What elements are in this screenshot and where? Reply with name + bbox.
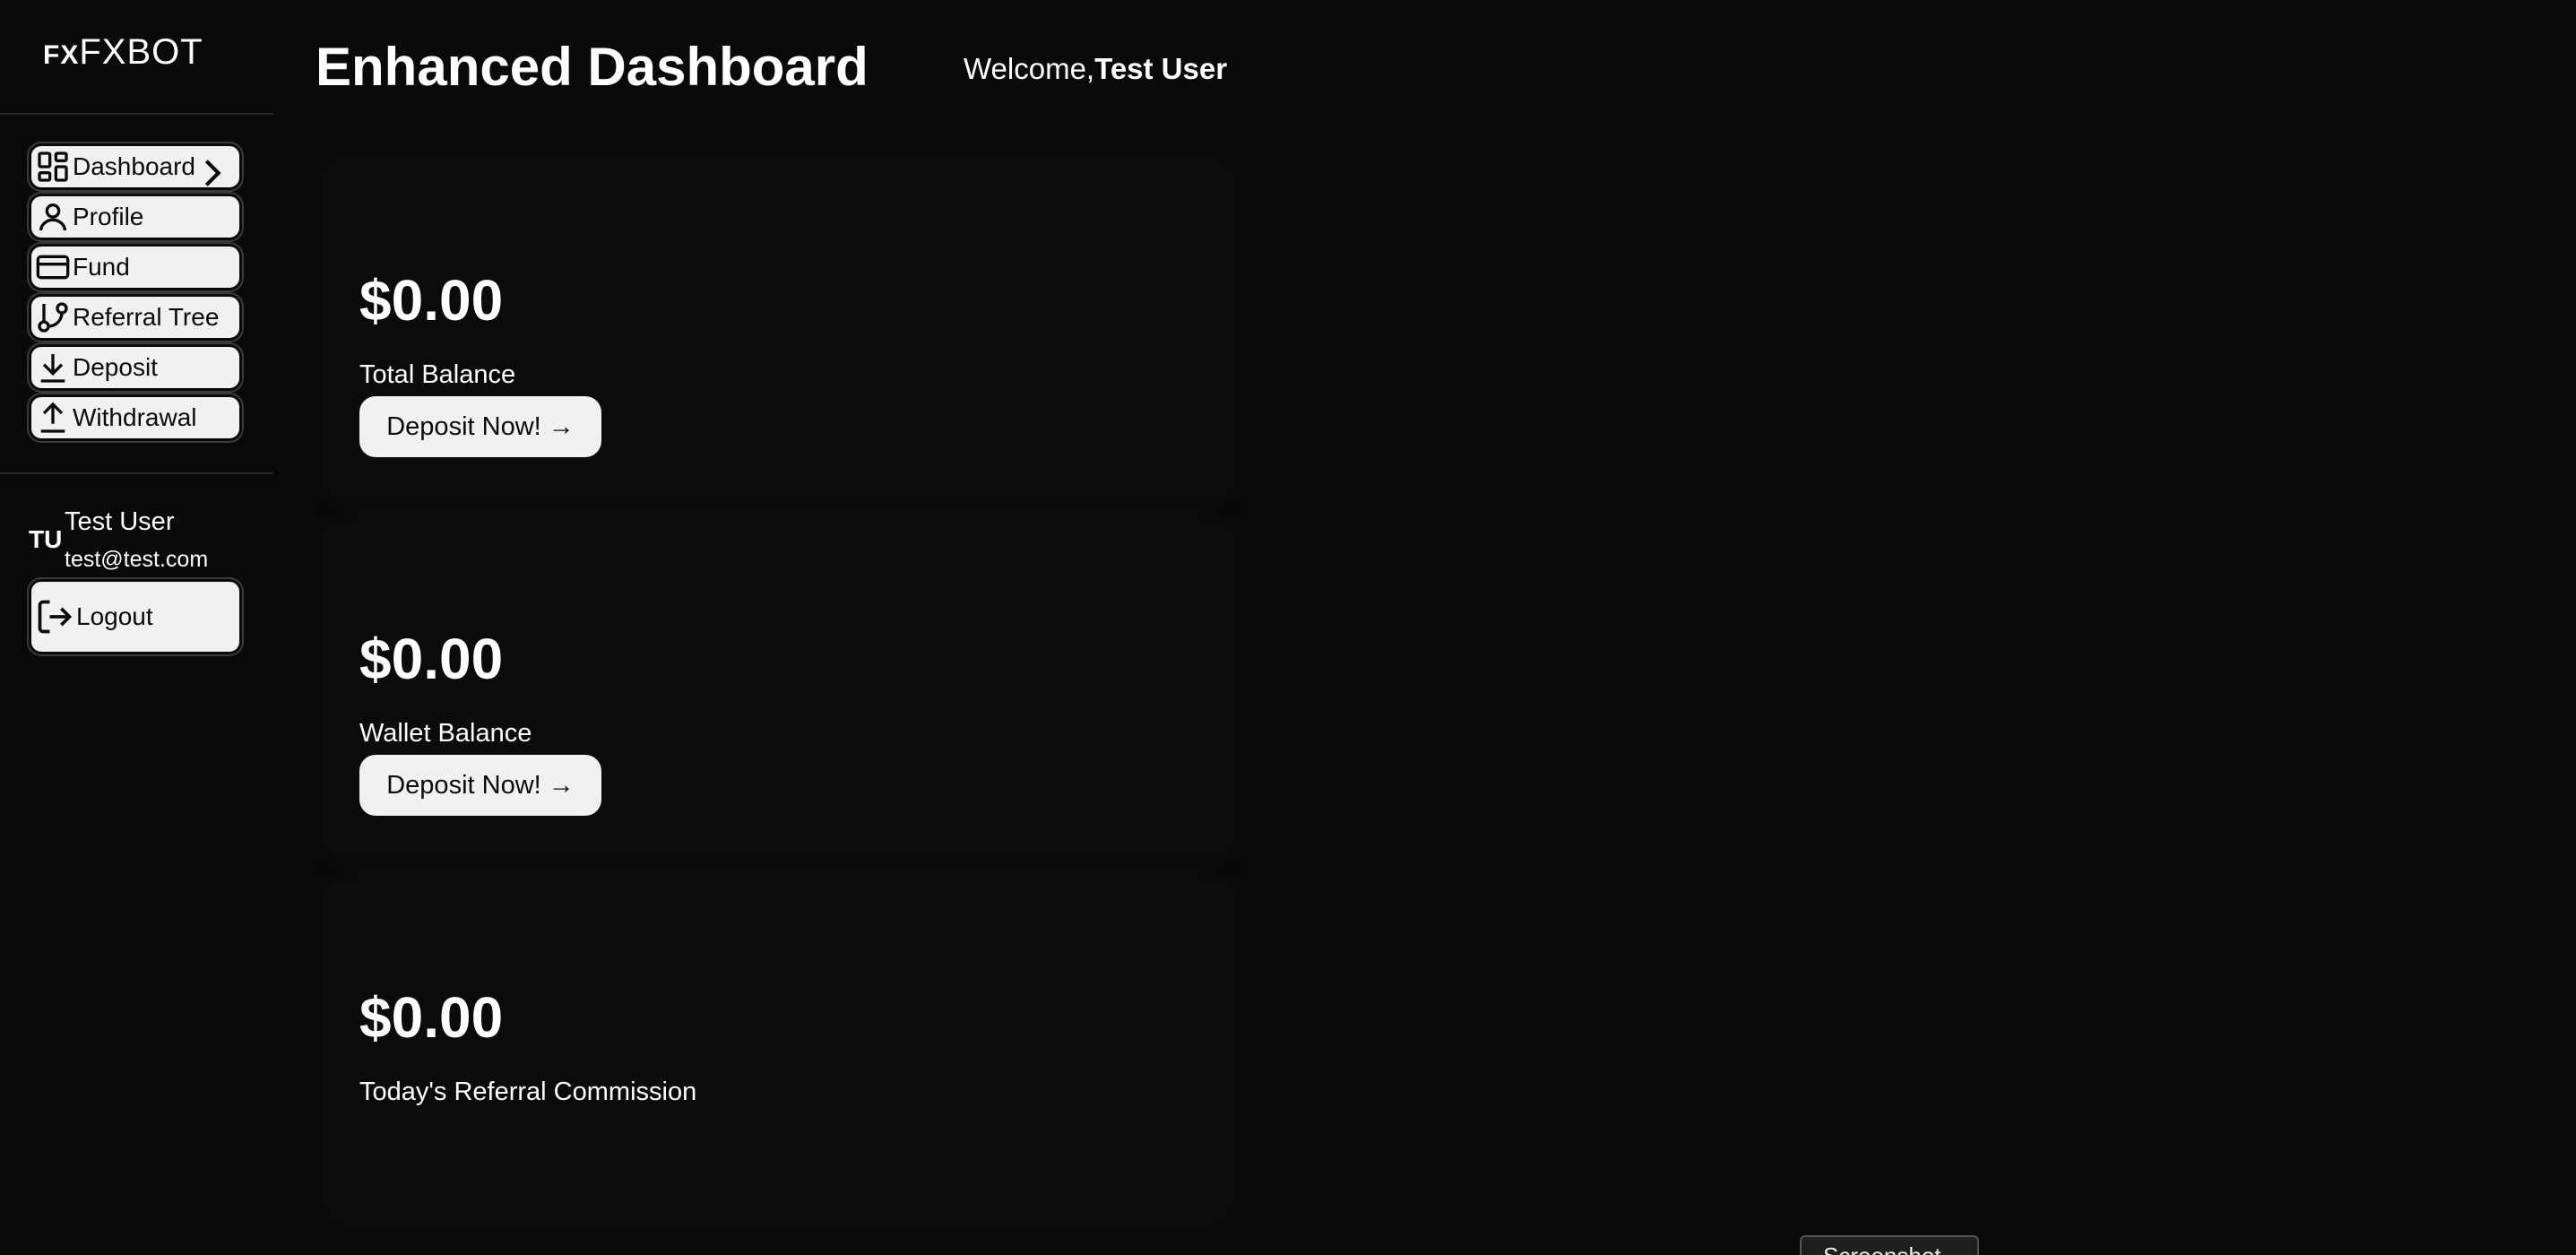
app-root: FX FXBOT Dashboard Profile Fund Referral…: [0, 0, 2576, 1255]
download-icon: [40, 354, 65, 383]
upload-icon: [40, 402, 65, 433]
sidebar-nav: Dashboard Profile Fund Referral Tree Dep…: [29, 143, 242, 445]
sidebar-item-profile[interactable]: Profile: [29, 194, 242, 240]
logout-button[interactable]: Logout: [29, 579, 242, 654]
deposit-now-button[interactable]: Deposit Now! →: [359, 396, 601, 457]
sidebar: FX FXBOT Dashboard Profile Fund Referral…: [0, 0, 273, 1255]
sidebar-item-label: Deposit: [73, 353, 158, 381]
welcome-user-name: Test User: [1094, 52, 1228, 85]
sidebar-item-withdrawal[interactable]: Withdrawal: [29, 394, 242, 441]
sidebar-item-deposit[interactable]: Deposit: [29, 344, 242, 391]
sidebar-divider-top: [0, 113, 273, 115]
welcome-message: Welcome,Test User: [964, 52, 1227, 86]
total-balance-value: $0.00: [359, 268, 504, 333]
screenshot-button[interactable]: Screenshot: [1800, 1235, 1979, 1255]
logout-label: Logout: [76, 602, 153, 630]
sidebar-divider-bottom: [0, 472, 273, 474]
total-balance-card: $0.00 Total Balance Deposit Now! →: [330, 161, 1226, 502]
credit-card-icon: [36, 255, 70, 280]
page-title: Enhanced Dashboard: [316, 37, 869, 97]
referral-commission-label: Today's Referral Commission: [359, 1078, 697, 1106]
deposit-now-button[interactable]: Deposit Now! →: [359, 755, 601, 816]
user-icon: [39, 203, 66, 231]
sidebar-item-label: Profile: [73, 203, 144, 230]
wallet-balance-value: $0.00: [359, 627, 504, 691]
brand-logo[interactable]: FX FXBOT: [43, 32, 203, 73]
sidebar-item-label: Withdrawal: [73, 403, 197, 431]
brand-name: FXBOT: [79, 32, 203, 72]
wallet-balance-label: Wallet Balance: [359, 719, 532, 748]
sidebar-item-dashboard[interactable]: Dashboard: [29, 143, 242, 190]
sidebar-item-label: Dashboard: [73, 152, 195, 180]
sidebar-item-fund[interactable]: Fund: [29, 244, 242, 290]
welcome-prefix: Welcome,: [964, 52, 1095, 85]
sidebar-item-label: Fund: [73, 253, 130, 281]
referral-commission-card: $0.00 Today's Referral Commission: [330, 878, 1226, 1219]
wallet-balance-card: $0.00 Wallet Balance Deposit Now! →: [330, 520, 1226, 861]
chevron-right-icon: [204, 160, 221, 186]
git-branch-icon: [38, 302, 68, 333]
brand-mark: FX: [43, 40, 80, 70]
referral-commission-value: $0.00: [359, 985, 504, 1050]
total-balance-label: Total Balance: [359, 360, 516, 389]
sidebar-item-label: Referral Tree: [73, 303, 220, 331]
log-out-icon: [38, 600, 73, 634]
user-name: Test User: [65, 507, 175, 536]
user-email: test@test.com: [65, 547, 209, 572]
layout-grid-icon: [38, 151, 68, 182]
avatar: TU: [29, 525, 63, 553]
sidebar-item-referral-tree[interactable]: Referral Tree: [29, 294, 242, 341]
